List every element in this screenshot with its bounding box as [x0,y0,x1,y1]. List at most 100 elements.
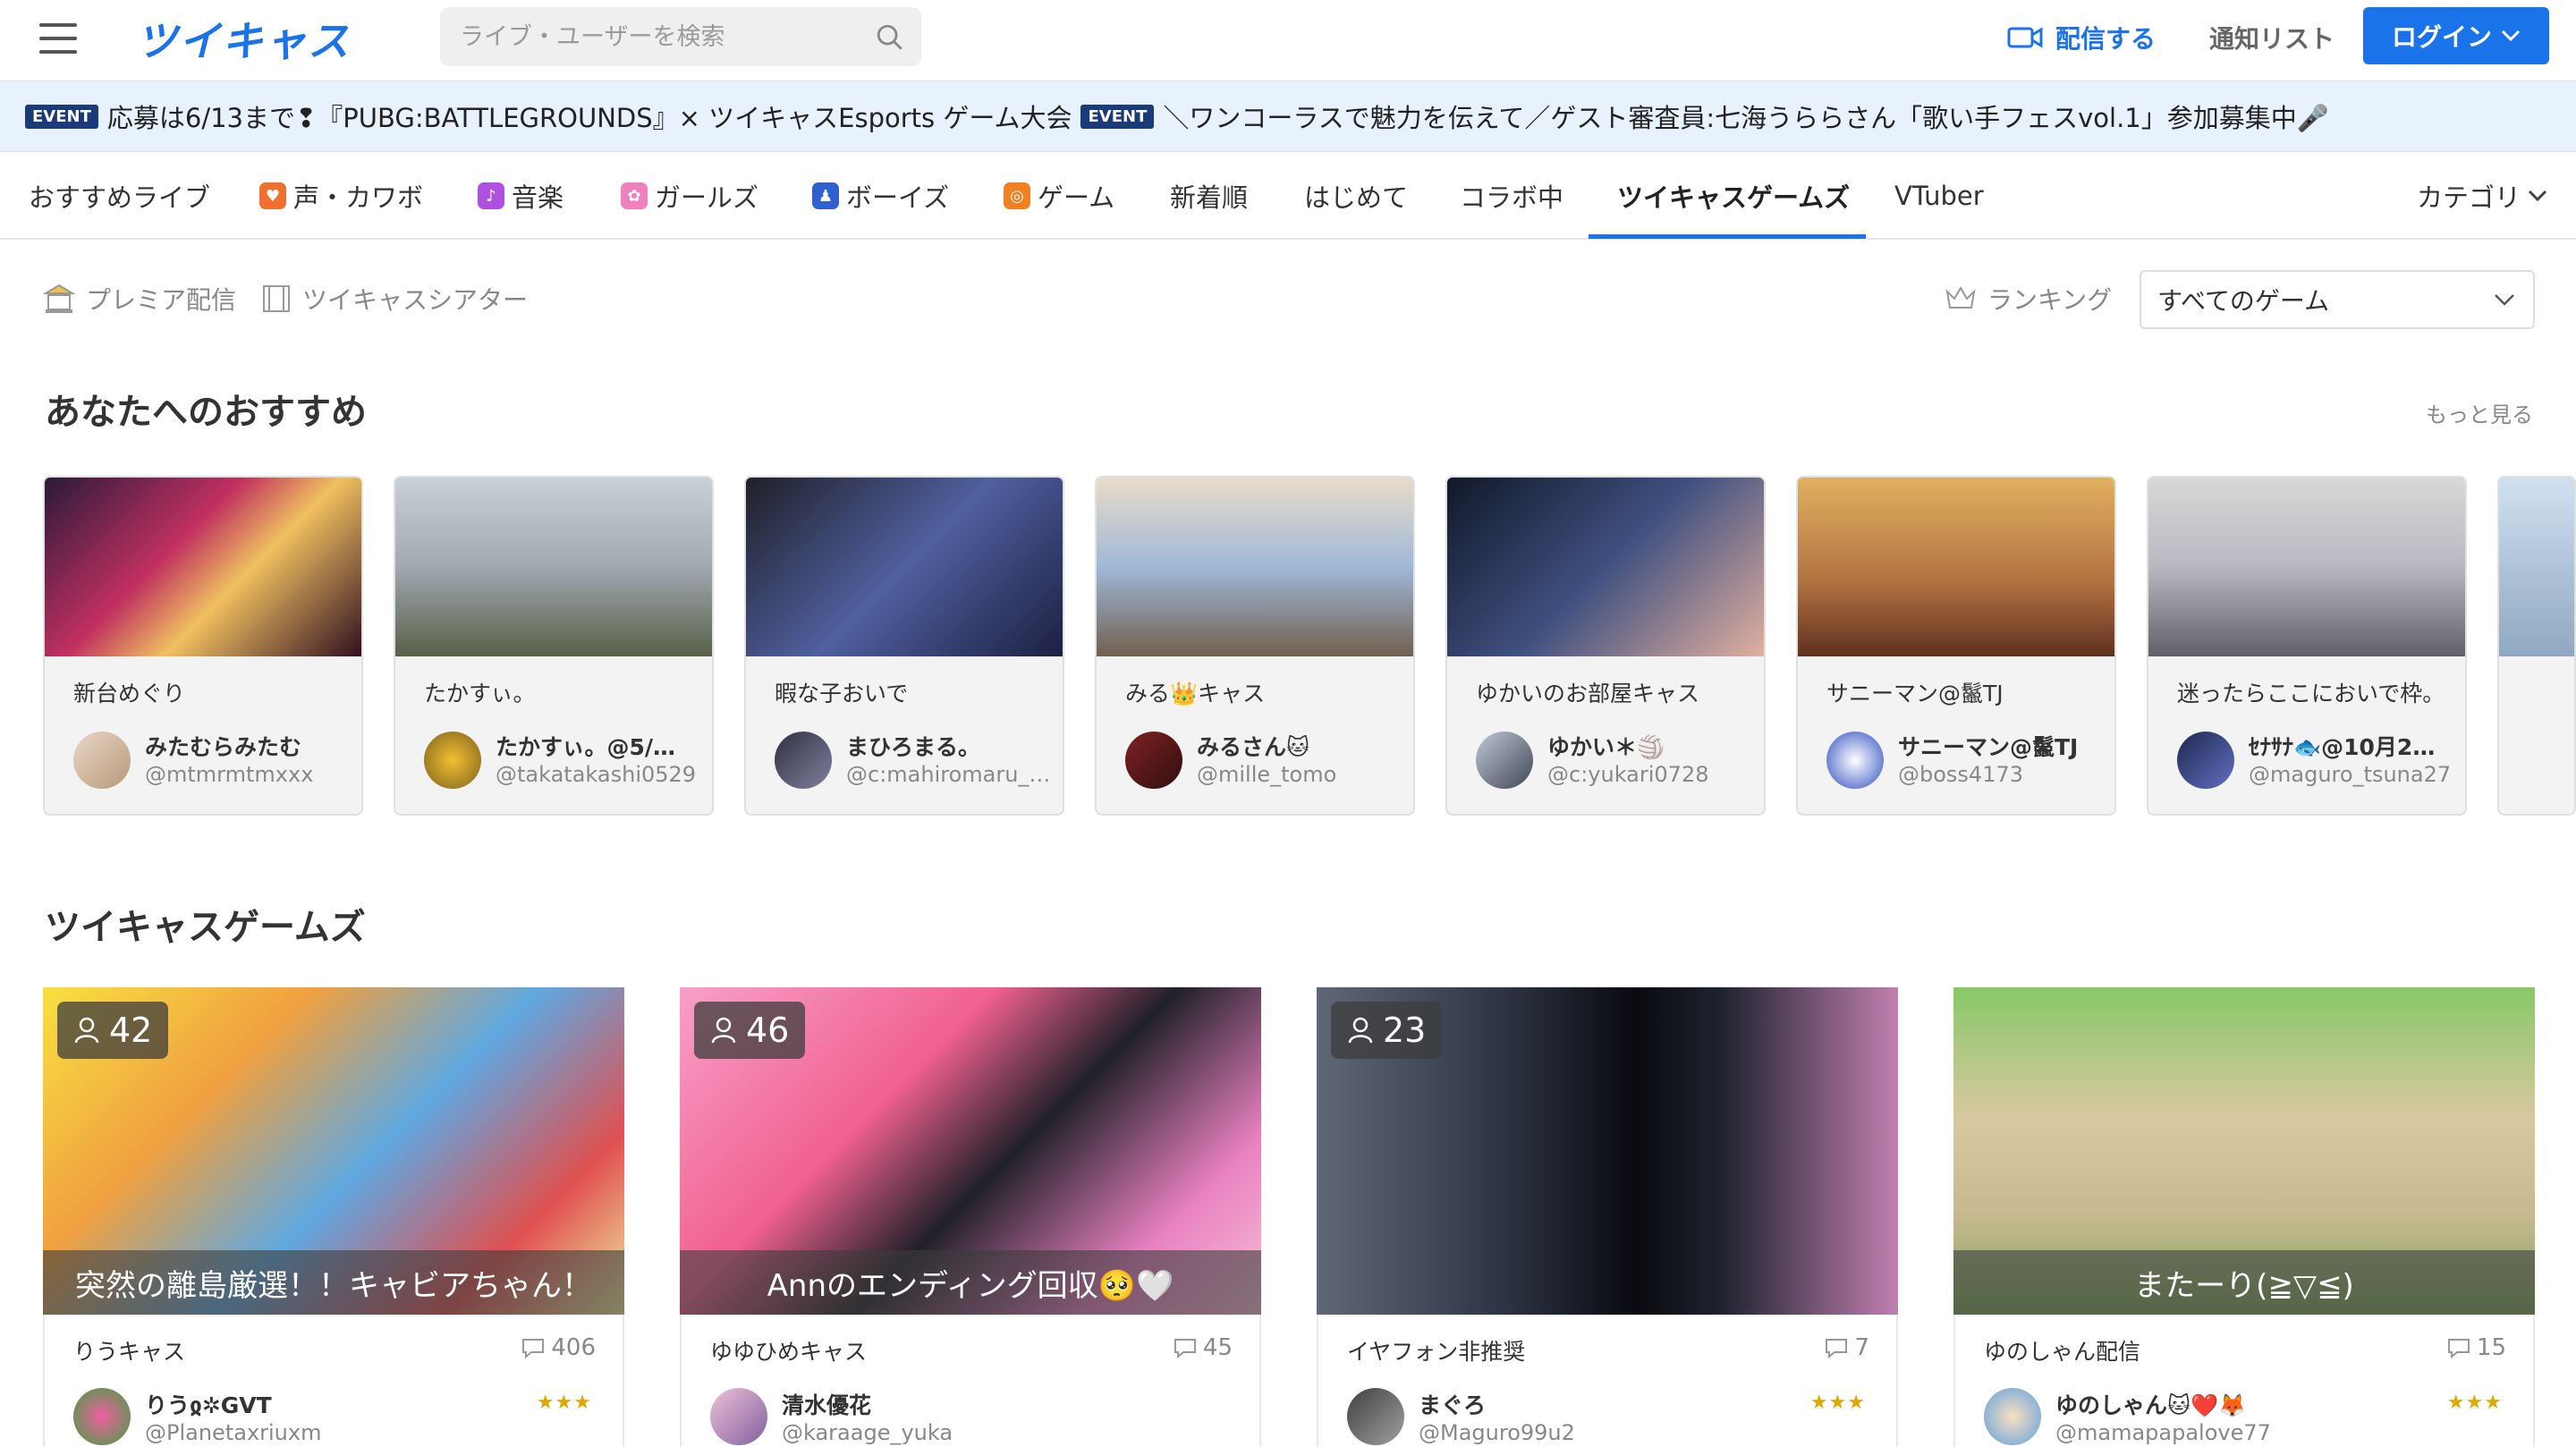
stream-title: ゆのしゃん配信 [1984,1339,2141,1365]
stream-thumbnail [1447,478,1764,656]
user-name: ゆのしゃん🐱❤️🦊 [2055,1392,2247,1418]
comment-icon [1826,1339,1848,1358]
avatar [1984,1388,2041,1445]
game-stream-card[interactable]: 42 突然の離島厳選！！キャビアちゃん！ りうキャス 406 りうჲ✲GVT @… [43,987,624,1447]
comment-number: 7 [1854,1334,1869,1361]
user-name: みたむらみたむ [145,734,302,760]
search-input[interactable] [460,7,853,66]
card-body: ゆゆひめキャス 45 清水優花 @karaage_yuka [680,1315,1261,1447]
tab-voice[interactable]: ♥ 声・カワボ [259,152,423,240]
login-button[interactable]: ログイン [2363,7,2549,64]
tab-music[interactable]: ♪ 音楽 [478,152,564,240]
recommend-card[interactable]: 暇な子おいで まひろまる。 @c:mahiromaru_… [744,476,1064,816]
user-id: @boss4173 [1898,762,2024,787]
event-link-utaite[interactable]: ＼ワンコーラスで魅力を伝えて／ゲスト審査員:七海うららさん「歌い手フェスvol.… [1163,97,2328,135]
user-id: @takatakashi0529 [496,762,697,787]
tab-label: 新着順 [1170,182,1249,213]
game-stream-card[interactable]: またーり(≧▽≦) ゆのしゃん配信 15 ゆのしゃん🐱❤️🦊 @mamapapa… [1953,987,2535,1447]
user-name: ｾﾅｻﾅ🐟@10月2… [2249,734,2436,760]
user-name: まぐろ [1419,1392,1487,1418]
viewer-count-badge: 23 [1331,1002,1443,1059]
event-banner: EVENT 応募は6/13まで❢『PUBG:BATTLEGROUNDS』× ツイ… [0,80,2576,152]
tab-twicas-games[interactable]: ツイキャスゲームズ [1617,152,1850,240]
person-icon [711,1017,736,1044]
recommend-card-partial[interactable] [2497,476,2576,816]
premier-link[interactable]: プレミア配信 [43,281,236,317]
avatar [73,1388,131,1445]
stream-thumbnail [746,478,1063,656]
card-body: りうキャス 406 りうჲ✲GVT @Planetaxriuxm ★★★ [43,1315,624,1447]
stream-title: ゆかいのお部屋キャス [1476,681,1700,707]
user-id: @mille_tomo [1197,762,1337,787]
chevron-down-icon [2495,294,2514,306]
user-id: @c:mahiromaru_… [846,762,1051,787]
avatar [775,732,832,789]
stream-title: サニーマン@鬣TJ [1826,681,2004,707]
avatar [73,732,131,789]
chevron-down-icon [2528,190,2547,202]
stream-title: 迷ったらここにおいで枠。 [2177,681,2445,707]
user-name: まひろまる。 [846,734,981,760]
game-filter-select[interactable]: すべてのゲーム [2140,270,2535,329]
broadcast-button[interactable]: 配信する [2007,20,2156,55]
recommend-card[interactable]: 新台めぐり みたむらみたむ @mtmrmtmxxx [43,476,363,816]
gamepad-icon: ◎ [1004,182,1030,209]
comment-icon [2447,1339,2470,1358]
user-name: サニーマン@鬣TJ [1898,734,2079,760]
search-icon[interactable] [875,22,905,53]
tab-collab[interactable]: コラボ中 [1460,152,1563,240]
stream-title: イヤフォン非推奨 [1347,1339,1526,1365]
comment-count: 45 [1173,1334,1233,1361]
theater-link[interactable]: ツイキャスシアター [261,281,528,317]
recommend-card[interactable]: たかすぃ。 たかすぃ。@5/… @takatakashi0529 [394,476,714,816]
user-id: @mtmrmtmxxx [145,762,314,787]
comment-icon [1174,1339,1196,1358]
comment-count: 15 [2446,1334,2506,1361]
site-header: ツイキャス 配信する 通知リスト ログイン [0,0,2576,80]
notify-list-link[interactable]: 通知リスト [2209,20,2334,55]
tab-new[interactable]: 新着順 [1170,152,1248,240]
recommend-card[interactable]: ゆかいのお部屋キャス ゆかい＊🏐 @c:yukari0728 [1445,476,1766,816]
chevron-down-icon [2501,30,2521,42]
rating-stars: ★★★ [536,1392,592,1414]
tab-label: 音楽 [512,182,564,213]
login-label: ログイン [2391,22,2492,52]
active-tab-indicator [1589,234,1866,239]
tab-boys[interactable]: ♟ ボーイズ [812,152,949,240]
recommend-card[interactable]: サニーマン@鬣TJ サニーマン@鬣TJ @boss4173 [1796,476,2116,816]
stream-title: ゆゆひめキャス [710,1339,868,1365]
tab-game[interactable]: ◎ ゲーム [1004,152,1114,240]
recommend-card[interactable]: 迷ったらここにおいで枠。 ｾﾅｻﾅ🐟@10月2… @maguro_tsuna27 [2147,476,2467,816]
tab-first-time[interactable]: はじめて [1304,152,1408,240]
stream-thumbnail [395,478,712,656]
user-id: @Maguro99u2 [1419,1420,1575,1445]
user-name: みるさん🐱 [1197,734,1310,760]
comment-number: 45 [1202,1334,1233,1361]
avatar [1347,1388,1404,1445]
comment-count: 7 [1824,1334,1869,1361]
game-stream-card[interactable]: 23 イヤフォン非推奨 7 まぐろ @Maguro99u2 ★★★ [1317,987,1898,1447]
tab-label: ガールズ [655,182,759,213]
user-id: @karaage_yuka [782,1420,953,1445]
broadcast-label: 配信する [2055,24,2157,54]
category-dropdown[interactable]: カテゴリ [2417,152,2547,240]
tab-vtuber[interactable]: VTuber [1894,152,1984,240]
stream-title: りうキャス [73,1339,186,1365]
event-link-pubg[interactable]: 応募は6/13まで❢『PUBG:BATTLEGROUNDS』× ツイキャスEsp… [107,97,1072,135]
recommend-card[interactable]: みる👑キャス みるさん🐱 @mille_tomo [1095,476,1415,816]
tab-girls[interactable]: ✿ ガールズ [621,152,758,240]
tab-label: はじめて [1304,182,1409,213]
stream-caption: またーり(≧▽≦) [1953,1250,2535,1315]
more-link[interactable]: もっと見る [2426,397,2533,428]
game-stream-card[interactable]: 46 Annのエンディング回収🥺🤍 ゆゆひめキャス 45 清水優花 @karaa… [680,987,1261,1447]
tab-recommended[interactable]: おすすめライブ [29,152,210,240]
user-id: @maguro_tsuna27 [2249,762,2452,787]
select-value: すべてのゲーム [2157,286,2330,316]
ranking-link[interactable]: ランキング [1945,281,2112,317]
search-box[interactable] [440,7,921,66]
site-logo[interactable]: ツイキャス [136,9,351,68]
card-body: イヤフォン非推奨 7 まぐろ @Maguro99u2 ★★★ [1317,1315,1898,1447]
tab-label: ツイキャスゲームズ [1617,182,1851,213]
person-icon [74,1017,99,1044]
hamburger-menu-icon[interactable] [39,23,77,54]
